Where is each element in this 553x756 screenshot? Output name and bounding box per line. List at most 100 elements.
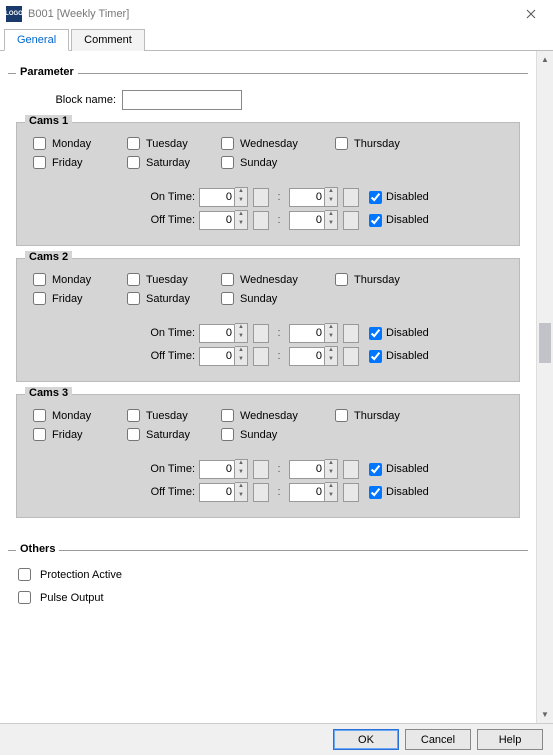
on-disabled-checkbox[interactable]: Disabled [369,463,429,476]
off-disabled-checkbox[interactable]: Disabled [369,350,429,363]
time-colon: : [273,214,285,226]
spin-down-icon[interactable]: ▼ [325,220,337,229]
help-button[interactable]: Help [477,729,543,750]
spin-up-icon[interactable]: ▲ [235,460,247,469]
off-time-row: Off Time: ▲▼ : ▲▼ Disabled [135,210,511,230]
spin-up-icon[interactable]: ▲ [235,324,247,333]
spin-down-icon[interactable]: ▼ [235,492,247,501]
day-sunday[interactable]: Sunday [221,156,331,169]
day-saturday[interactable]: Saturday [127,156,217,169]
spin-down-icon[interactable]: ▼ [235,356,247,365]
spin-up-icon[interactable]: ▲ [235,483,247,492]
scroll-down-icon[interactable]: ▼ [537,706,553,723]
scroll-up-icon[interactable]: ▲ [537,51,553,68]
scroll-track[interactable] [537,68,553,706]
day-wednesday[interactable]: Wednesday [221,137,331,150]
ref-button[interactable] [343,324,359,343]
day-friday[interactable]: Friday [33,156,123,169]
button-bar: OK Cancel Help [0,723,553,755]
ref-button[interactable] [253,211,269,230]
protection-active-checkbox[interactable]: Protection Active [14,565,528,584]
day-saturday[interactable]: Saturday [127,428,217,441]
spin-up-icon[interactable]: ▲ [325,347,337,356]
day-saturday[interactable]: Saturday [127,292,217,305]
day-thursday[interactable]: Thursday [335,137,425,150]
on-minute-input[interactable] [289,188,325,207]
day-tuesday[interactable]: Tuesday [127,409,217,422]
on-hour-input[interactable] [199,324,235,343]
spin-down-icon[interactable]: ▼ [235,197,247,206]
ref-button[interactable] [253,188,269,207]
day-thursday[interactable]: Thursday [335,273,425,286]
on-minute-input[interactable] [289,324,325,343]
spin-up-icon[interactable]: ▲ [235,211,247,220]
vertical-scrollbar[interactable]: ▲ ▼ [536,51,553,723]
day-wednesday[interactable]: Wednesday [221,273,331,286]
day-tuesday[interactable]: Tuesday [127,273,217,286]
on-hour-input[interactable] [199,188,235,207]
parameter-legend: Parameter [16,66,78,78]
off-minute-input[interactable] [289,211,325,230]
on-minute-input[interactable] [289,460,325,479]
spin-down-icon[interactable]: ▼ [325,197,337,206]
day-friday[interactable]: Friday [33,428,123,441]
on-disabled-checkbox[interactable]: Disabled [369,327,429,340]
ref-button[interactable] [343,211,359,230]
off-minute-input[interactable] [289,347,325,366]
day-thursday[interactable]: Thursday [335,409,425,422]
off-minute-input[interactable] [289,483,325,502]
spin-down-icon[interactable]: ▼ [325,333,337,342]
tab-general[interactable]: General [4,29,69,51]
ref-button[interactable] [253,483,269,502]
day-friday[interactable]: Friday [33,292,123,305]
ok-button[interactable]: OK [333,729,399,750]
pulse-output-checkbox[interactable]: Pulse Output [14,588,528,607]
spin-up-icon[interactable]: ▲ [325,211,337,220]
spin-down-icon[interactable]: ▼ [325,492,337,501]
spin-down-icon[interactable]: ▼ [235,469,247,478]
ref-button[interactable] [253,347,269,366]
ref-button[interactable] [343,483,359,502]
off-disabled-checkbox[interactable]: Disabled [369,214,429,227]
protection-active-input[interactable] [18,568,31,581]
ref-button[interactable] [343,188,359,207]
cancel-button[interactable]: Cancel [405,729,471,750]
day-sunday[interactable]: Sunday [221,428,331,441]
spin-down-icon[interactable]: ▼ [325,356,337,365]
day-monday[interactable]: Monday [33,137,123,150]
ref-button[interactable] [253,460,269,479]
scroll-thumb[interactable] [539,323,551,363]
on-hour-input[interactable] [199,460,235,479]
tab-comment[interactable]: Comment [71,29,145,51]
day-monday[interactable]: Monday [33,409,123,422]
time-colon: : [273,350,285,362]
day-tuesday[interactable]: Tuesday [127,137,217,150]
block-name-input[interactable] [122,90,242,110]
off-hour-input[interactable] [199,483,235,502]
spin-up-icon[interactable]: ▲ [235,188,247,197]
off-hour-input[interactable] [199,347,235,366]
time-colon: : [273,463,285,475]
spin-up-icon[interactable]: ▲ [325,188,337,197]
spin-up-icon[interactable]: ▲ [325,324,337,333]
spin-down-icon[interactable]: ▼ [325,469,337,478]
day-sunday[interactable]: Sunday [221,292,331,305]
day-wednesday[interactable]: Wednesday [221,409,331,422]
off-hour-input[interactable] [199,211,235,230]
spin-down-icon[interactable]: ▼ [235,220,247,229]
window-title: B001 [Weekly Timer] [28,8,508,20]
day-monday[interactable]: Monday [33,273,123,286]
spin-up-icon[interactable]: ▲ [235,347,247,356]
ref-button[interactable] [253,324,269,343]
on-disabled-checkbox[interactable]: Disabled [369,191,429,204]
spin-up-icon[interactable]: ▲ [325,460,337,469]
close-button[interactable] [508,0,553,28]
off-time-row: Off Time: ▲▼ : ▲▼ Disabled [135,346,511,366]
pulse-output-input[interactable] [18,591,31,604]
spin-up-icon[interactable]: ▲ [325,483,337,492]
ref-button[interactable] [343,460,359,479]
ref-button[interactable] [343,347,359,366]
off-disabled-checkbox[interactable]: Disabled [369,486,429,499]
parameter-group: Parameter Block name: Cams 1 Monday Tues… [8,73,528,538]
spin-down-icon[interactable]: ▼ [235,333,247,342]
